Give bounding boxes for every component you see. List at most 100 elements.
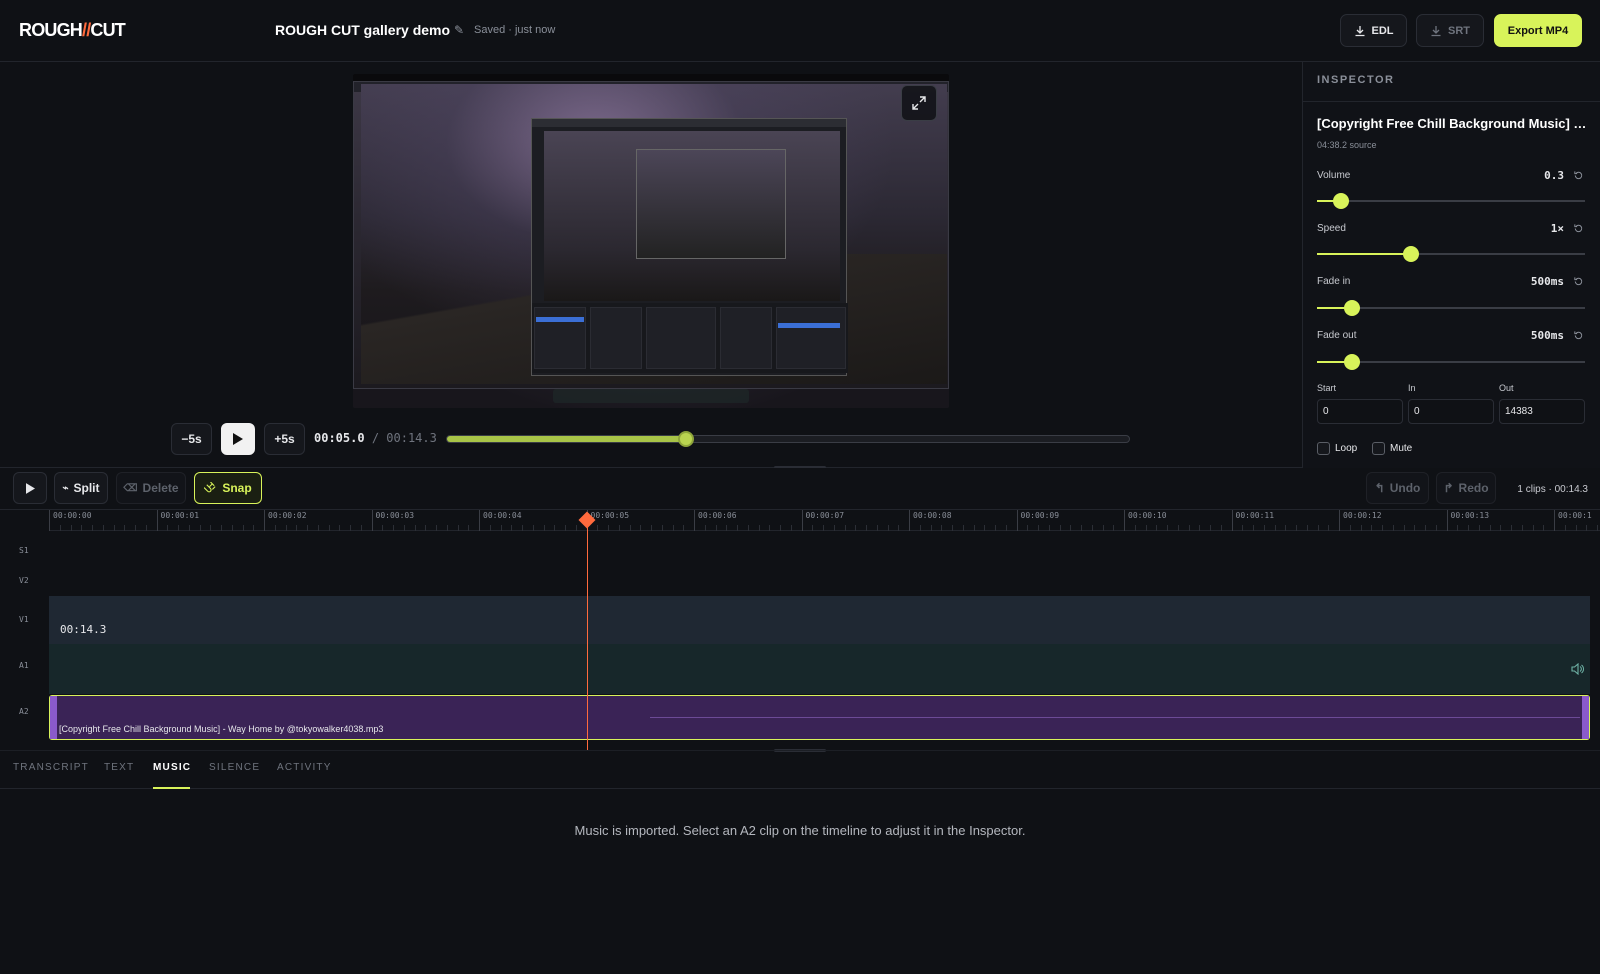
track-label-s1: S1: [19, 546, 29, 555]
srt-button[interactable]: SRT: [1416, 14, 1484, 47]
ruler-minor-tick: [59, 525, 61, 531]
fade-out-slider-handle[interactable]: [1343, 354, 1360, 370]
ruler-minor-tick: [769, 525, 771, 531]
skip-back-button[interactable]: −5s: [171, 423, 212, 455]
ruler-minor-tick: [1263, 525, 1265, 531]
ruler-minor-tick: [328, 525, 330, 531]
ruler-tick: [694, 510, 695, 531]
start-input[interactable]: [1317, 399, 1403, 424]
ruler-minor-tick: [1027, 525, 1029, 531]
app-logo[interactable]: ROUGH//CUT: [19, 20, 126, 41]
tab-music[interactable]: MUSIC: [153, 762, 191, 773]
scrubber-fill: [447, 436, 687, 442]
ruler-minor-tick: [81, 525, 83, 531]
timeline-ruler[interactable]: 00:00:00 00:00:01 00:00:02 00:00:03 00:00:04…: [49, 510, 1600, 531]
ruler-minor-tick: [812, 525, 814, 531]
reset-icon[interactable]: [1573, 223, 1584, 234]
ruler-minor-tick: [468, 525, 470, 531]
ruler-minor-tick: [360, 525, 362, 531]
mute-checkbox[interactable]: Mute: [1372, 442, 1412, 455]
preview-play-button[interactable]: [221, 423, 255, 455]
tab-activity[interactable]: ACTIVITY: [277, 762, 332, 773]
delete-button[interactable]: ⌫ Delete: [116, 472, 186, 504]
ruler-minor-tick: [1586, 525, 1588, 531]
inspector-clip-source: 04:38.2 source: [1317, 140, 1377, 150]
fullscreen-button[interactable]: [901, 85, 937, 121]
a1-clip[interactable]: [49, 644, 1590, 694]
loop-checkbox-box[interactable]: [1317, 442, 1330, 455]
logo-text-right: CUT: [90, 20, 125, 40]
ruler-minor-tick: [1070, 525, 1072, 531]
volume-label: Volume: [1317, 170, 1351, 181]
ruler-tick: [49, 510, 50, 531]
ruler-minor-tick: [1575, 525, 1577, 531]
export-mp4-button[interactable]: Export MP4: [1494, 14, 1582, 47]
volume-slider-handle[interactable]: [1333, 193, 1350, 209]
ruler-minor-tick: [1564, 525, 1566, 531]
speed-label: Speed: [1317, 223, 1346, 234]
ruler-minor-tick: [1403, 525, 1405, 531]
a2-music-clip[interactable]: [Copyright Free Chill Background Music] …: [49, 695, 1590, 740]
ruler-minor-tick: [221, 525, 222, 531]
loop-checkbox[interactable]: Loop: [1317, 442, 1357, 455]
redo-button[interactable]: ↱ Redo: [1436, 472, 1496, 504]
a2-clip-trim-start[interactable]: [50, 696, 57, 739]
track-label-v1: V1: [19, 615, 29, 624]
timeline[interactable]: 00:00:00 00:00:01 00:00:02 00:00:03 00:00:04…: [0, 510, 1600, 750]
ruler-minor-tick: [1113, 525, 1115, 531]
speaker-icon[interactable]: [1571, 663, 1584, 675]
reset-icon[interactable]: [1573, 170, 1584, 181]
out-label: Out: [1499, 383, 1514, 393]
ruler-minor-tick: [489, 525, 491, 531]
skip-forward-button[interactable]: +5s: [264, 423, 305, 455]
fade-in-slider-handle[interactable]: [1343, 300, 1360, 316]
video-preview[interactable]: [353, 74, 949, 408]
split-button[interactable]: ⌁ Split: [54, 472, 108, 504]
ruler-minor-tick: [930, 525, 932, 531]
volume-slider[interactable]: [1317, 193, 1585, 209]
tab-transcript[interactable]: TRANSCRIPT: [13, 762, 89, 773]
reset-icon[interactable]: [1573, 276, 1584, 287]
mute-checkbox-box[interactable]: [1372, 442, 1385, 455]
snap-toggle[interactable]: Snap: [194, 472, 262, 504]
download-icon: [1431, 25, 1441, 36]
tab-text[interactable]: TEXT: [104, 762, 134, 773]
video-menubar: [353, 74, 949, 81]
ruler-minor-tick: [1521, 525, 1523, 531]
ruler-tick: [1339, 510, 1340, 531]
ruler-minor-tick: [629, 525, 631, 531]
ruler-minor-tick: [1220, 525, 1222, 531]
pencil-icon[interactable]: ✎: [454, 23, 464, 37]
in-input[interactable]: [1408, 399, 1494, 424]
reset-icon[interactable]: [1573, 330, 1584, 341]
ruler-minor-tick: [1543, 525, 1545, 531]
ruler-minor-tick: [1457, 525, 1459, 531]
ruler-tick-label: 00:00:1: [1558, 511, 1592, 520]
timeline-play-button[interactable]: [13, 472, 47, 504]
ruler-minor-tick: [274, 525, 276, 531]
edl-button[interactable]: EDL: [1340, 14, 1407, 47]
undo-button[interactable]: ↰ Undo: [1366, 472, 1429, 504]
ruler-tick: [801, 510, 803, 531]
a2-clip-trim-end[interactable]: [1582, 696, 1589, 739]
ruler-minor-tick: [414, 525, 416, 531]
tab-silence[interactable]: SILENCE: [209, 762, 260, 773]
fade-in-slider[interactable]: [1317, 300, 1585, 316]
speed-slider[interactable]: [1317, 246, 1585, 262]
ruler-minor-tick: [1597, 525, 1598, 531]
total-time: 00:14.3: [386, 431, 437, 445]
playhead-line[interactable]: [586, 518, 588, 750]
fade-out-slider[interactable]: [1317, 354, 1585, 370]
v1-clip[interactable]: [49, 596, 1590, 644]
ruler-minor-tick: [1145, 525, 1147, 531]
ruler-minor-tick: [844, 525, 846, 531]
ruler-minor-tick: [952, 525, 953, 531]
ruler-tick-label: 00:00:07: [805, 511, 845, 520]
ruler-minor-tick: [522, 525, 523, 531]
preview-scrubber[interactable]: [446, 431, 1130, 447]
ruler-minor-tick: [608, 525, 609, 531]
ruler-minor-tick: [554, 525, 556, 531]
project-title[interactable]: ROUGH CUT gallery demo: [275, 22, 450, 38]
out-input[interactable]: [1499, 399, 1585, 424]
speed-slider-handle[interactable]: [1402, 246, 1419, 262]
